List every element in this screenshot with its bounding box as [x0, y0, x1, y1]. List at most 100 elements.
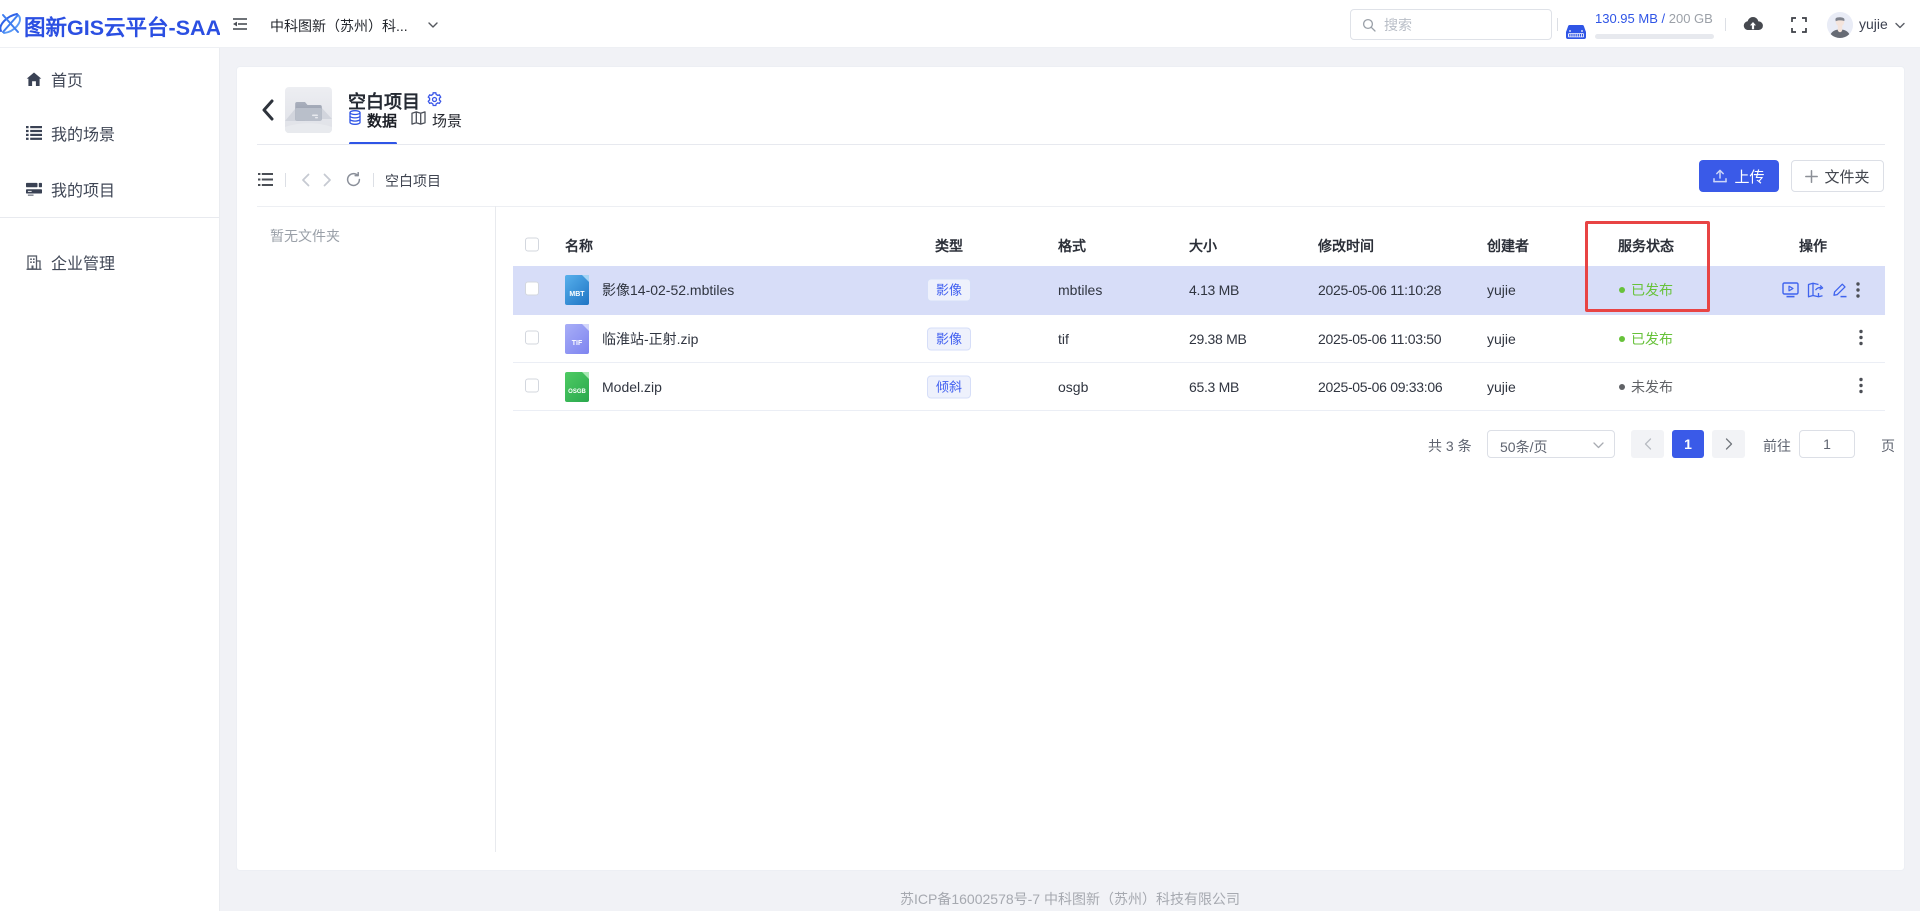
- footer-text: 苏ICP备16002578号-7 中科图新（苏州）科技有限公司: [220, 889, 1920, 909]
- divider: [285, 173, 286, 187]
- divider: [373, 173, 374, 187]
- cloud-upload-icon[interactable]: [1743, 16, 1763, 33]
- breadcrumb[interactable]: 空白项目: [385, 171, 441, 191]
- chevron-down-icon[interactable]: [1894, 20, 1906, 32]
- status-dot: [1619, 287, 1625, 293]
- content-card: 空白项目 数据 场景: [236, 66, 1905, 871]
- search-input[interactable]: 搜索: [1350, 9, 1552, 40]
- column-header-size[interactable]: 大小: [1189, 236, 1217, 256]
- file-name[interactable]: 影像14-02-52.mbtiles: [602, 280, 734, 300]
- row-checkbox[interactable]: [525, 378, 539, 392]
- creator: yujie: [1487, 331, 1516, 347]
- org-switcher[interactable]: 中科图新（苏州）科...: [270, 16, 408, 36]
- file-size: 29.38 MB: [1189, 331, 1247, 347]
- more-actions-icon[interactable]: [1859, 380, 1863, 396]
- logo: 图新GIS云平台-SAAS: [0, 0, 220, 48]
- sidebar-divider: [0, 217, 219, 218]
- sidebar: 首页 我的场景: [0, 48, 220, 911]
- file-size: 65.3 MB: [1189, 379, 1239, 395]
- page-size-value: 50条/页: [1500, 437, 1547, 457]
- column-header-type[interactable]: 类型: [909, 236, 989, 256]
- type-badge: 影像: [927, 279, 971, 302]
- project-thumbnail: [285, 87, 332, 133]
- goto-page-input[interactable]: 1: [1799, 430, 1855, 458]
- select-all-checkbox[interactable]: [525, 238, 539, 252]
- row-checkbox[interactable]: [525, 282, 539, 296]
- divider: [1725, 18, 1726, 31]
- column-header-format[interactable]: 格式: [1058, 236, 1086, 256]
- modified-time: 2025-05-06 09:33:06: [1318, 379, 1442, 395]
- column-header-status[interactable]: 服务状态: [1584, 236, 1708, 256]
- sidebar-item-scenes[interactable]: 我的场景: [0, 106, 219, 160]
- sidebar-item-projects[interactable]: 我的项目: [0, 162, 219, 216]
- tab-data[interactable]: 数据: [349, 110, 397, 144]
- new-folder-button[interactable]: 文件夹: [1791, 160, 1884, 192]
- share-icon[interactable]: [1807, 282, 1824, 298]
- divider: [1557, 18, 1558, 31]
- tab-label: 场景: [432, 110, 462, 131]
- nav-back-icon[interactable]: [301, 173, 310, 187]
- page-unit-label: 页: [1881, 436, 1895, 456]
- toolbar-border: [257, 206, 1885, 207]
- modified-time: 2025-05-06 11:10:28: [1318, 282, 1441, 298]
- menu-fold-icon[interactable]: [233, 17, 247, 31]
- search-placeholder: 搜索: [1384, 15, 1412, 35]
- sidebar-item-label: 我的场景: [51, 121, 115, 145]
- creator: yujie: [1487, 282, 1516, 298]
- username[interactable]: yujie: [1859, 16, 1888, 32]
- search-icon: [1362, 18, 1376, 32]
- chevron-down-icon[interactable]: [427, 19, 439, 31]
- file-name[interactable]: Model.zip: [602, 379, 662, 395]
- chevron-right-icon: [1725, 438, 1733, 450]
- panel-divider: [495, 206, 496, 852]
- row-checkbox[interactable]: [525, 330, 539, 344]
- table-row[interactable]: MBT 影像14-02-52.mbtiles 影像 mbtiles 4.13 M…: [513, 266, 1885, 315]
- fullscreen-icon[interactable]: [1791, 17, 1807, 33]
- goto-label: 前往: [1763, 436, 1791, 456]
- gear-icon[interactable]: [427, 92, 442, 107]
- table-row[interactable]: TIF 临淮站-正射.zip 影像 tif 29.38 MB 2025-05-0…: [513, 315, 1885, 363]
- type-badge: 倾斜: [927, 375, 971, 398]
- list-view-icon[interactable]: [258, 173, 273, 186]
- edit-icon[interactable]: [1832, 282, 1848, 298]
- avatar[interactable]: [1827, 12, 1853, 38]
- refresh-icon[interactable]: [346, 172, 361, 187]
- column-header-name[interactable]: 名称: [565, 236, 593, 256]
- nav-forward-icon[interactable]: [323, 173, 332, 187]
- next-page-button[interactable]: [1712, 430, 1745, 458]
- sidebar-item-label: 我的项目: [51, 177, 115, 201]
- column-header-modified[interactable]: 修改时间: [1318, 236, 1374, 256]
- storage-used: 130.95 MB: [1595, 11, 1658, 26]
- storage-usage: 130.95 MB / 200 GB: [1595, 11, 1713, 26]
- plus-icon: [1805, 170, 1818, 183]
- upload-icon: [1713, 169, 1727, 183]
- preview-icon[interactable]: [1782, 282, 1799, 298]
- storage-progress-bar: [1595, 34, 1714, 39]
- type-badge: 影像: [927, 327, 971, 350]
- folder-label: 文件夹: [1824, 166, 1869, 187]
- more-actions-icon[interactable]: [1856, 282, 1860, 298]
- current-page-button[interactable]: 1: [1672, 430, 1704, 458]
- back-button[interactable]: [261, 99, 274, 121]
- creator: yujie: [1487, 379, 1516, 395]
- page-size-select[interactable]: 50条/页: [1487, 430, 1615, 458]
- file-name[interactable]: 临淮站-正射.zip: [602, 329, 698, 349]
- sidebar-item-enterprise[interactable]: 企业管理: [0, 235, 219, 289]
- more-actions-icon[interactable]: [1859, 332, 1863, 348]
- sidebar-item-home[interactable]: 首页: [0, 52, 219, 106]
- status-dot: [1619, 336, 1625, 342]
- prev-page-button[interactable]: [1631, 430, 1664, 458]
- table-row[interactable]: OSGB Model.zip 倾斜 osgb 65.3 MB 2025-05-0…: [513, 363, 1885, 411]
- upload-button[interactable]: 上传: [1699, 160, 1779, 192]
- tab-scene[interactable]: 场景: [411, 110, 462, 144]
- database-icon: [349, 110, 361, 125]
- data-table: 名称 类型 格式 大小 修改时间 创建者 服务状态 操作 MBT 影像14-02…: [513, 226, 1885, 411]
- status-dot: [1619, 384, 1625, 390]
- logo-icon: [0, 9, 27, 39]
- file-format: tif: [1058, 331, 1069, 347]
- column-header-ops[interactable]: 操作: [1781, 236, 1845, 256]
- empty-folder-text: 暂无文件夹: [270, 226, 340, 246]
- scene-list-icon: [26, 125, 42, 141]
- table-header: 名称 类型 格式 大小 修改时间 创建者 服务状态 操作: [513, 226, 1885, 266]
- column-header-creator[interactable]: 创建者: [1487, 236, 1529, 256]
